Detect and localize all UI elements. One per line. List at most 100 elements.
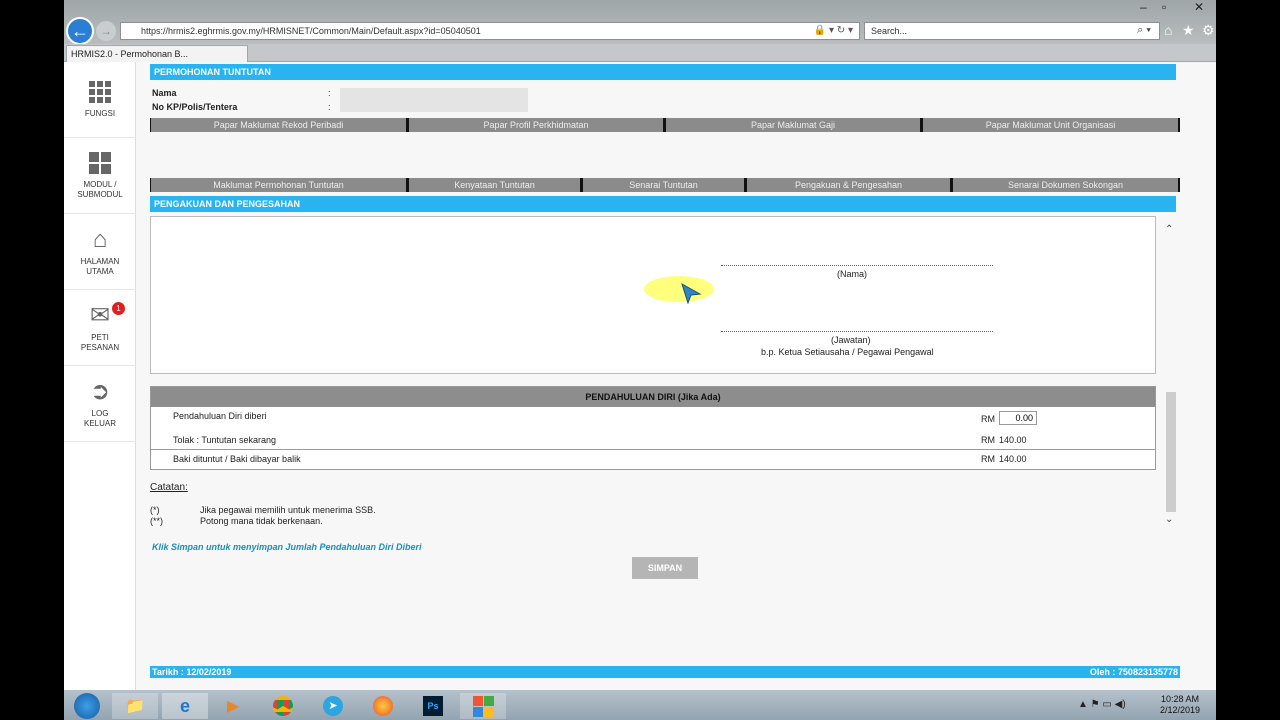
note-text: Potong mana tidak berkenaan. (200, 516, 323, 526)
redacted-value (340, 88, 528, 112)
search-input[interactable]: Search... ⌕ ▾ (864, 22, 1160, 40)
jawatan-caption: (Jawatan) (831, 335, 871, 345)
chrome-icon[interactable] (260, 693, 306, 719)
jawatan-signature-line (721, 331, 993, 332)
home-icon: ⌂ (92, 225, 108, 253)
scrollbar-thumb[interactable] (1166, 392, 1176, 512)
profile-tabs: Papar Maklumat Rekod Peribadi Papar Prof… (150, 118, 1180, 132)
browser-titlebar: ← → https://hrmis2.eghrmis.gov.my/HRMISN… (64, 0, 1216, 45)
back-button[interactable]: ← (66, 17, 94, 45)
search-icon[interactable]: ⌕ ▾ (1137, 24, 1151, 37)
photoshop-icon[interactable]: Ps (410, 693, 456, 719)
browser-tab[interactable]: HRMIS2.0 - Permohonan B... (66, 45, 248, 62)
tab-maklumat-gaji[interactable]: Papar Maklumat Gaji (665, 118, 922, 132)
sidebar-item-peti-pesanan[interactable]: ✉ 1 PETI PESANAN (64, 290, 136, 366)
note-text: Jika pegawai memilih untuk menerima SSB. (200, 505, 376, 515)
favorites-icon[interactable]: ★ (1182, 22, 1195, 39)
row-currency: RM (981, 435, 995, 445)
sidebar-item-label: LOG KELUAR (83, 408, 116, 428)
modules-grid-icon (89, 151, 111, 174)
footer-bar: Tarikh : 12/02/2019 Oleh : 750823135778 (150, 666, 1180, 678)
footer-date: Tarikh : 12/02/2019 (152, 667, 232, 677)
tab-bar: HRMIS2.0 - Permohonan B... (64, 44, 1216, 62)
tab-rekod-peribadi[interactable]: Papar Maklumat Rekod Peribadi (150, 118, 408, 132)
internet-explorer-icon[interactable]: e (162, 693, 208, 719)
clock-time: 10:28 AM (1160, 694, 1199, 704)
tab-senarai-tuntutan[interactable]: Senarai Tuntutan (582, 178, 746, 192)
note-mark: (**) (150, 516, 163, 526)
sidebar-item-fungsi[interactable]: FUNGSI (64, 62, 136, 138)
pendahuluan-diberi-input[interactable] (999, 411, 1037, 425)
sidebar-item-log-keluar[interactable]: ➲ LOG KELUAR (64, 366, 136, 442)
close-icon[interactable]: ✕ (1194, 0, 1204, 14)
sidebar-item-label: PETI PESANAN (80, 332, 120, 352)
taskbar: 📁 e ▶ ➤ Ps ▲ ⚑ ▭ ◀) 10:28 AM 2/12/2019 (64, 690, 1216, 720)
lock-refresh-icon[interactable]: 🔒 ▾ ↻ ▾ (814, 25, 853, 36)
page-title: PERMOHONAN TUNTUTAN (150, 64, 1176, 80)
mouse-cursor-icon (681, 282, 702, 304)
apps-grid-icon (89, 80, 111, 103)
cursor-highlight (644, 276, 714, 302)
scrollbar[interactable]: ⌃ ⌄ (1164, 216, 1178, 536)
tray-icons[interactable]: ▲ ⚑ ▭ ◀) (1078, 699, 1126, 710)
nama-signature-line (721, 265, 993, 266)
settings-icon[interactable]: ⚙ (1202, 22, 1215, 39)
tab-pengakuan-pengesahan[interactable]: Pengakuan & Pengesahan (746, 178, 952, 192)
tab-unit-organisasi[interactable]: Papar Maklumat Unit Organisasi (922, 118, 1180, 132)
address-bar[interactable]: https://hrmis2.eghrmis.gov.my/HRMISNET/C… (120, 22, 860, 40)
office-app-icon[interactable] (460, 693, 506, 719)
scroll-up-icon[interactable]: ⌃ (1165, 224, 1173, 235)
notification-badge: 1 (112, 302, 125, 315)
footer-user: Oleh : 750823135778 (1089, 667, 1178, 677)
advance-row-tolak: Tolak : Tuntutan sekarang RM 140.00 (151, 435, 1155, 449)
row-currency: RM (981, 454, 995, 464)
claim-tabs: Maklumat Permohonan Tuntutan Kenyataan T… (150, 178, 1180, 192)
row-label: Tolak : Tuntutan sekarang (173, 435, 277, 445)
clock[interactable]: 10:28 AM 2/12/2019 (1160, 694, 1200, 716)
nama-caption: (Nama) (837, 269, 868, 279)
sidebar-item-label: FUNGSI (84, 108, 116, 118)
sidebar-item-halaman-utama[interactable]: ⌂ HALAMAN UTAMA (64, 214, 136, 290)
nokp-colon: : (328, 102, 331, 112)
advance-table-header: PENDAHULUAN DIRI (Jika Ada) (151, 387, 1155, 407)
tab-profil-perkhidmatan[interactable]: Papar Profil Perkhidmatan (408, 118, 665, 132)
sidebar-item-label: MODUL / SUBMODUL (77, 179, 123, 199)
firefox-icon[interactable] (360, 693, 406, 719)
home-icon[interactable]: ⌂ (1164, 22, 1172, 38)
sidebar: FUNGSI MODUL / SUBMODUL ⌂ HALAMAN UTAMA … (64, 62, 136, 690)
nokp-label: No KP/Polis/Tentera (152, 102, 238, 112)
nama-label: Nama (152, 88, 177, 98)
tab-kenyataan-tuntutan[interactable]: Kenyataan Tuntutan (408, 178, 582, 192)
row-currency: RM (981, 414, 995, 424)
telegram-icon[interactable]: ➤ (310, 693, 356, 719)
save-hint: Klik Simpan untuk menyimpan Jumlah Penda… (152, 542, 422, 552)
screen: ← → https://hrmis2.eghrmis.gov.my/HRMISN… (64, 0, 1216, 720)
sidebar-item-label: HALAMAN UTAMA (80, 256, 120, 276)
tab-senarai-dokumen[interactable]: Senarai Dokumen Sokongan (952, 178, 1180, 192)
sidebar-item-modul[interactable]: MODUL / SUBMODUL (64, 138, 136, 214)
maximize-icon[interactable]: ▫ (1162, 0, 1166, 14)
logout-icon: ➲ (89, 377, 111, 405)
minimize-icon[interactable]: – (1140, 0, 1147, 14)
save-button[interactable]: SIMPAN (632, 557, 698, 579)
tab-maklumat-permohonan[interactable]: Maklumat Permohonan Tuntutan (150, 178, 408, 192)
clock-date: 2/12/2019 (1159, 705, 1200, 715)
row-value: 140.00 (999, 435, 1027, 445)
row-label: Baki dituntut / Baki dibayar balik (173, 454, 301, 464)
forward-button[interactable]: → (96, 21, 116, 41)
section-title: PENGAKUAN DAN PENGESAHAN (150, 196, 1176, 212)
file-explorer-icon[interactable]: 📁 (112, 693, 158, 719)
main-content: PERMOHONAN TUNTUTAN Nama : No KP/Polis/T… (136, 62, 1216, 690)
row-label: Pendahuluan Diri diberi (173, 411, 267, 421)
advance-row-baki: Baki dituntut / Baki dibayar balik RM 14… (151, 449, 1155, 469)
tab-title: HRMIS2.0 - Permohonan B... (71, 49, 189, 59)
behalf-caption: b.p. Ketua Setiausaha / Pegawai Pengawal (761, 347, 934, 357)
media-player-icon[interactable]: ▶ (210, 693, 256, 719)
notes-title: Catatan: (150, 482, 188, 493)
scroll-down-icon[interactable]: ⌄ (1165, 514, 1173, 525)
note-mark: (*) (150, 505, 160, 515)
row-value: 140.00 (999, 454, 1027, 464)
search-placeholder: Search... (871, 26, 908, 36)
url-text: https://hrmis2.eghrmis.gov.my/HRMISNET/C… (141, 26, 481, 36)
start-button[interactable] (64, 693, 110, 719)
